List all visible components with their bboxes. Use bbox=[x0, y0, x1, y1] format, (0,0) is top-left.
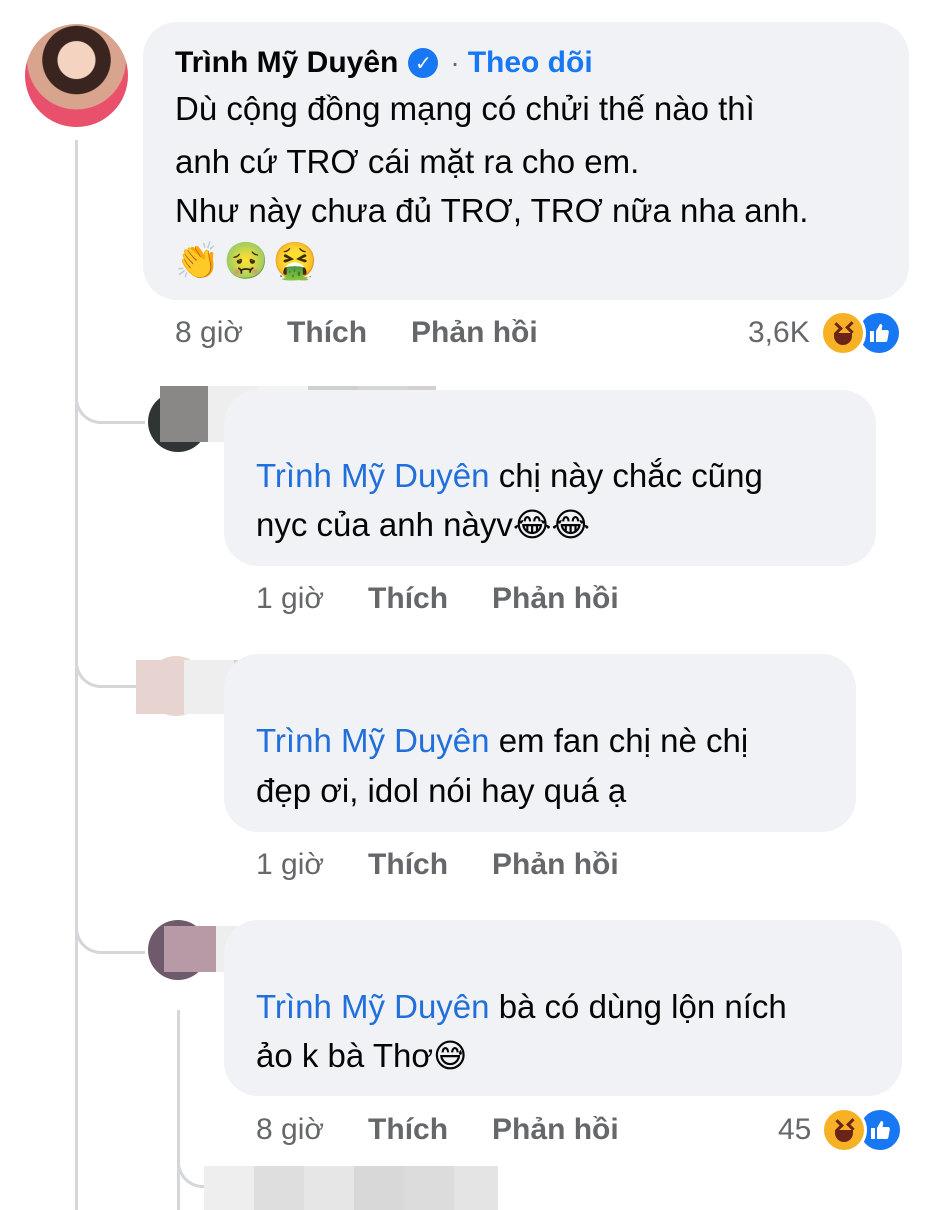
mention-link[interactable]: Trình Mỹ Duyên bbox=[256, 457, 490, 494]
separator-dot: · bbox=[450, 47, 460, 78]
verified-badge-icon: ✓ bbox=[408, 48, 439, 78]
reply-3-line-1: Trình Mỹ Duyên bà có dùng lộn ních bbox=[256, 988, 787, 1025]
like-button[interactable]: Thích bbox=[368, 1113, 448, 1146]
comment-actions-main: 8 giờ Thích Phản hồi bbox=[175, 316, 538, 350]
haha-reaction-icon bbox=[819, 310, 866, 356]
comment-text-line-3: Như này chưa đủ TRƠ, TRƠ nữa nha anh. bbox=[175, 192, 809, 229]
mention-link[interactable]: Trình Mỹ Duyên bbox=[256, 722, 490, 759]
comment-emojis: 👏🤢🤮 bbox=[175, 240, 322, 281]
reaction-summary-main[interactable]: 3,6K bbox=[748, 310, 902, 356]
like-button[interactable]: Thích bbox=[368, 848, 448, 881]
reaction-count: 3,6K bbox=[748, 316, 810, 349]
reply-3-line-2: ảo k bà Thơ😅 bbox=[256, 1037, 468, 1074]
reply-2-line-1: Trình Mỹ Duyên em fan chị nè chị bbox=[256, 722, 749, 759]
reply-button[interactable]: Phản hồi bbox=[492, 848, 619, 881]
reply-2-line-2: đẹp ơi, idol nói hay quá ạ bbox=[256, 772, 627, 809]
reply-button[interactable]: Phản hồi bbox=[411, 316, 538, 349]
reply-1-line-1: Trình Mỹ Duyên chị này chắc cũng bbox=[256, 457, 763, 494]
blurred-name-nested-reply bbox=[204, 1166, 498, 1210]
like-button[interactable]: Thích bbox=[368, 582, 448, 615]
comment-actions-reply-2: 1 giờ Thích Phản hồi bbox=[256, 848, 619, 881]
like-button[interactable]: Thích bbox=[287, 316, 367, 349]
thread-connector-reply-3 bbox=[75, 880, 145, 954]
follow-button[interactable]: Theo dõi bbox=[468, 46, 593, 80]
reaction-summary-reply-3[interactable]: 45 bbox=[778, 1107, 904, 1153]
comment-author[interactable]: Trình Mỹ Duyên bbox=[175, 46, 398, 80]
thread-connector-reply-2 bbox=[75, 620, 145, 688]
comment-header: Trình Mỹ Duyên ✓ · Theo dõi bbox=[175, 44, 593, 82]
reply-1-line-2: nyc của anh nàyv😂😂 bbox=[256, 506, 590, 543]
comment-actions-reply-1: 1 giờ Thích Phản hồi bbox=[256, 582, 619, 615]
haha-reaction-icon bbox=[821, 1107, 868, 1153]
reply-button[interactable]: Phản hồi bbox=[492, 1113, 619, 1146]
reaction-count: 45 bbox=[778, 1113, 812, 1146]
thread-connector-reply-1 bbox=[75, 340, 145, 424]
comment-actions-reply-3: 8 giờ Thích Phản hồi bbox=[256, 1113, 619, 1146]
comment-time[interactable]: 8 giờ bbox=[175, 316, 243, 349]
avatar-trinh-my-duyen[interactable] bbox=[25, 24, 128, 127]
reply-button[interactable]: Phản hồi bbox=[492, 582, 619, 615]
comment-text-line-1: Dù cộng đồng mạng có chửi thế nào thì bbox=[175, 90, 755, 127]
comment-text-line-2: anh cứ TRƠ cái mặt ra cho em. bbox=[175, 143, 640, 180]
mention-link[interactable]: Trình Mỹ Duyên bbox=[256, 988, 490, 1025]
thread-line-reply-3 bbox=[177, 1010, 180, 1210]
